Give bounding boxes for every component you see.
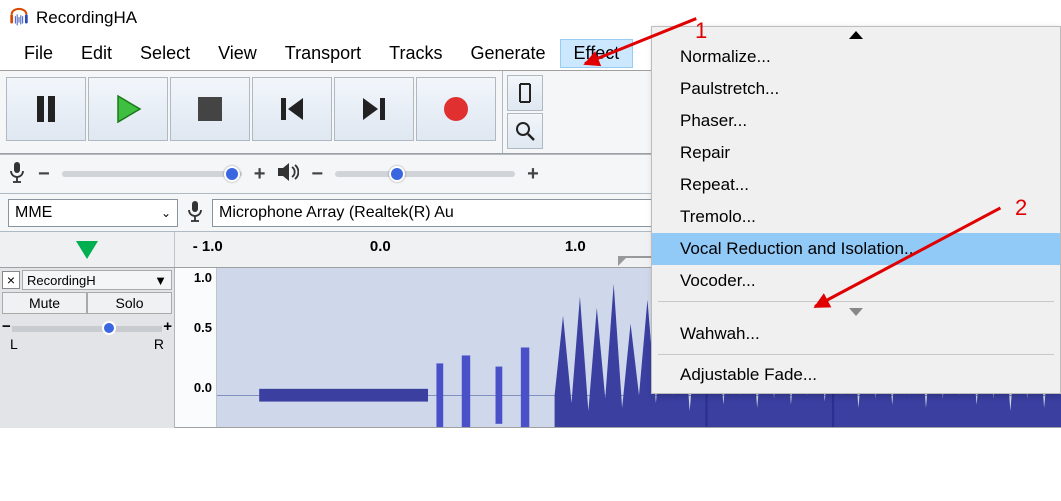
edit-tools (502, 71, 547, 153)
chevron-down-icon: ⌄ (161, 206, 171, 220)
zoom-tool-icon[interactable] (507, 113, 543, 149)
menu-item-vocal-reduction[interactable]: Vocal Reduction and Isolation... (652, 233, 1060, 265)
mic-icon (8, 161, 26, 187)
stop-button[interactable] (170, 77, 250, 141)
plus-icon: + (523, 163, 543, 186)
track-gain-slider[interactable]: − + (12, 326, 162, 332)
menu-item-paulstretch[interactable]: Paulstretch... (652, 73, 1060, 105)
mic-icon (186, 200, 204, 226)
mute-button[interactable]: Mute (2, 292, 87, 314)
menu-tracks[interactable]: Tracks (375, 39, 456, 68)
menu-edit[interactable]: Edit (67, 39, 126, 68)
close-track-button[interactable]: × (2, 271, 20, 289)
audio-host-select[interactable]: MME ⌄ (8, 199, 178, 227)
scroll-down-icon[interactable] (652, 306, 1060, 318)
playhead-indicator[interactable] (0, 232, 175, 267)
menu-transport[interactable]: Transport (271, 39, 375, 68)
amplitude-ruler: 1.0 0.5 0.0 (175, 268, 217, 427)
ruler-tick: - 1.0 (193, 238, 223, 255)
solo-button[interactable]: Solo (87, 292, 172, 314)
menu-separator (658, 301, 1054, 302)
skip-start-button[interactable] (252, 77, 332, 141)
pan-right-label: R (154, 336, 164, 352)
track-name-dropdown[interactable]: RecordingH ▼ (22, 270, 172, 290)
audacity-icon (8, 7, 30, 29)
menu-item-wahwah[interactable]: Wahwah... (652, 318, 1060, 350)
triangle-down-icon: ▼ (154, 273, 167, 288)
menu-view[interactable]: View (204, 39, 271, 68)
menu-item-vocoder[interactable]: Vocoder... (652, 265, 1060, 297)
playback-volume-slider[interactable] (335, 171, 515, 177)
pause-button[interactable] (6, 77, 86, 141)
window-title: RecordingHA (36, 8, 137, 28)
menu-item-normalize[interactable]: Normalize... (652, 41, 1060, 73)
pan-left-label: L (10, 336, 18, 352)
menu-item-phaser[interactable]: Phaser... (652, 105, 1060, 137)
plus-icon: + (250, 163, 270, 186)
minus-icon: − (307, 163, 327, 186)
menu-generate[interactable]: Generate (456, 39, 559, 68)
menu-file[interactable]: File (10, 39, 67, 68)
minus-icon: − (34, 163, 54, 186)
track-control-panel: × RecordingH ▼ Mute Solo − + L R (0, 268, 175, 428)
menu-select[interactable]: Select (126, 39, 204, 68)
menu-item-repair[interactable]: Repair (652, 137, 1060, 169)
scroll-up-icon[interactable] (652, 29, 1060, 41)
ruler-tick: 1.0 (565, 238, 586, 255)
menu-item-repeat[interactable]: Repeat... (652, 169, 1060, 201)
selection-tool-icon[interactable] (507, 75, 543, 111)
speaker-icon (277, 162, 299, 186)
recording-volume-slider[interactable] (62, 171, 242, 177)
ruler-tick: 0.0 (370, 238, 391, 255)
play-button[interactable] (88, 77, 168, 141)
record-button[interactable] (416, 77, 496, 141)
menu-item-adjustable-fade[interactable]: Adjustable Fade... (652, 359, 1060, 391)
skip-end-button[interactable] (334, 77, 414, 141)
menu-separator (658, 354, 1054, 355)
